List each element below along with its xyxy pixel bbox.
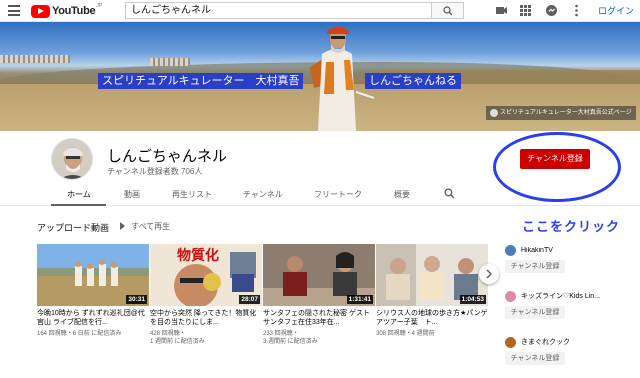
avatar-image — [52, 139, 92, 179]
subscribe-button[interactable]: チャンネル登録 — [505, 306, 565, 319]
video-views: 428 回視聴・ — [150, 331, 186, 337]
tab-about[interactable]: 概要 — [394, 189, 410, 200]
video-meta: 308 回視聴・4 週間前 — [376, 331, 435, 337]
featured-channel: きまぐれクック チャンネル登録 — [505, 336, 640, 365]
video-meta: 233 回視聴・ 3 週間前 に配信済み — [263, 330, 375, 346]
video-meta: 428 回視聴・ 1 週間前 に配信済み — [150, 330, 262, 346]
banner-person-photo — [310, 26, 375, 131]
play-icon — [120, 222, 125, 230]
search-input[interactable]: しんごちゃんネル — [125, 2, 432, 19]
logo-text: YouTube — [52, 5, 96, 17]
menu-icon[interactable] — [8, 5, 20, 16]
banner-official-link[interactable]: スピリチュアルキュレーター大村真吾公式ページ — [486, 106, 636, 120]
youtube-logo[interactable]: YouTube JP — [31, 3, 103, 18]
video-card[interactable]: 1:04:53 シリウス人の地球の歩き方★パンゲアツアー子葉 ト... 308 … — [376, 244, 488, 338]
video-card[interactable]: 30:31 今晩10時から ずれずれ巡礼団@代官山 ライブ配信を行... 164… — [37, 244, 149, 338]
tab-free-talk[interactable]: フリートーク — [314, 189, 362, 200]
channel-name: しんごちゃんネル — [107, 148, 228, 165]
video-duration: 30:31 — [126, 295, 147, 304]
search-button[interactable] — [432, 2, 464, 19]
video-card[interactable]: 1:31:41 サンタフェの隠された秘密 ゲストサンタフェ在住33年在... 2… — [263, 244, 375, 346]
uploads-section-title[interactable]: アップロード動画 — [37, 221, 109, 234]
login-link[interactable]: ログイン — [598, 4, 634, 17]
banner-link-label: スピリチュアルキュレーター大村真吾公式ページ — [500, 110, 632, 116]
featured-channel-name[interactable]: きまぐれクック — [521, 337, 570, 347]
active-tab-indicator — [51, 204, 106, 206]
channel-tabs: ホーム 動画 再生リスト チャンネル フリートーク 概要 — [0, 184, 640, 206]
subscribe-button[interactable]: チャンネル登録 — [505, 260, 565, 273]
channel-avatar-small[interactable] — [505, 290, 516, 302]
create-video-icon[interactable] — [495, 4, 508, 17]
top-bar: YouTube JP しんごちゃんネル ログイン — [0, 0, 640, 22]
banner-label-left: スピリチュアルキュレーター 大村真吾 — [98, 73, 304, 89]
channel-search-icon[interactable] — [444, 188, 455, 199]
tab-home[interactable]: ホーム — [67, 189, 91, 200]
channel-avatar-small[interactable] — [505, 244, 516, 256]
video-duration: 1:04:53 — [459, 295, 486, 304]
subscribe-button[interactable]: チャンネル登録 — [505, 352, 565, 365]
messages-icon[interactable] — [545, 4, 558, 17]
featured-channel: HikakinTV チャンネル登録 — [505, 244, 640, 273]
chevron-right-icon — [486, 269, 493, 279]
channel-avatar-small[interactable] — [505, 336, 516, 348]
video-card[interactable]: 物質化 28:07 空中から突然 降ってきた！物質化を目の当たりにしま... 4… — [150, 244, 262, 346]
youtube-play-icon — [31, 4, 50, 18]
featured-channel-name[interactable]: キッズライン♡Kids Lin... — [521, 291, 600, 301]
next-videos-button[interactable] — [479, 264, 499, 284]
search-icon — [443, 6, 453, 16]
video-title[interactable]: 今晩10時から ずれずれ巡礼団@代官山 ライブ配信を行... — [37, 309, 149, 327]
video-date: 1 週間前 に配信済み — [150, 339, 205, 345]
featured-channel: キッズライン♡Kids Lin... チャンネル登録 — [505, 290, 640, 319]
settings-dots-icon[interactable] — [570, 4, 583, 17]
video-date: 3 週間前 に配信済み — [263, 339, 318, 345]
video-title[interactable]: サンタフェの隠された秘密 ゲストサンタフェ在住33年在... — [263, 309, 375, 327]
video-duration: 28:07 — [239, 295, 260, 304]
play-all-button[interactable]: すべて再生 — [120, 221, 170, 232]
video-thumbnail[interactable]: 30:31 — [37, 244, 149, 306]
apps-grid-icon[interactable] — [519, 4, 532, 17]
channel-banner: スピリチュアルキュレーター 大村真吾 しんごちゃんねる スピリチュアルキュレータ… — [0, 22, 640, 131]
subscriber-count: チャンネル登録者数 706人 — [107, 167, 203, 176]
region-label: JP — [96, 3, 103, 9]
banner-label-right: しんごちゃんねる — [365, 73, 461, 89]
video-title[interactable]: 空中から突然 降ってきた！物質化を目の当たりにしま... — [150, 309, 262, 327]
tab-playlists[interactable]: 再生リスト — [172, 189, 212, 200]
tab-channels[interactable]: チャンネル — [243, 189, 283, 200]
banner-town-2 — [150, 58, 190, 66]
video-views: 233 回視聴・ — [263, 331, 299, 337]
featured-channel-name[interactable]: HikakinTV — [521, 247, 553, 254]
channel-avatar[interactable] — [51, 138, 93, 180]
link-globe-icon — [490, 109, 498, 117]
play-all-label: すべて再生 — [131, 222, 171, 231]
video-meta: 164 回視聴・6 日前 に配信済み — [37, 331, 122, 337]
video-title[interactable]: シリウス人の地球の歩き方★パンゲアツアー子葉 ト... — [376, 309, 488, 327]
banner-town — [0, 55, 70, 63]
video-thumbnail[interactable]: 1:31:41 — [263, 244, 375, 306]
video-thumbnail[interactable]: 1:04:53 — [376, 244, 488, 306]
thumbnail-overlay-text: 物質化 — [177, 247, 219, 263]
video-thumbnail[interactable]: 物質化 28:07 — [150, 244, 262, 306]
video-duration: 1:31:41 — [346, 295, 373, 304]
tab-videos[interactable]: 動画 — [124, 189, 140, 200]
annotation-text: ここをクリック — [522, 219, 621, 234]
